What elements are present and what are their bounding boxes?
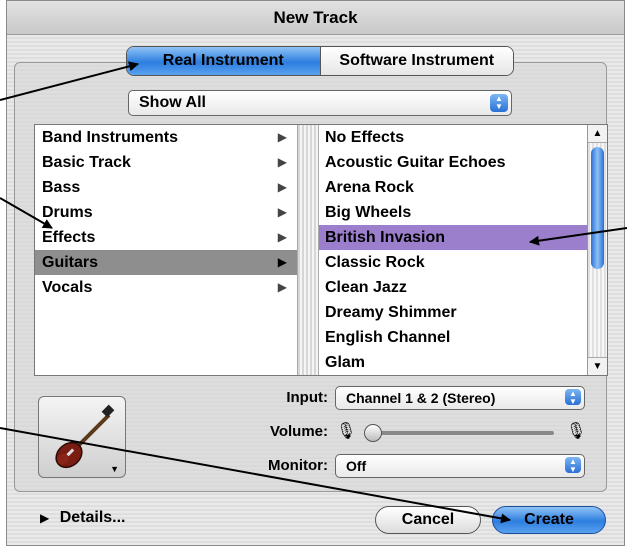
tab-software-instrument[interactable]: Software Instrument [320, 47, 513, 75]
track-icon-picker[interactable]: ▼ [38, 396, 126, 478]
volume-slider-track[interactable] [372, 431, 554, 435]
popup-arrows-icon: ▲ ▼ [565, 457, 581, 474]
disclosure-triangle-icon: ▶ [277, 180, 287, 194]
disclosure-triangle-icon: ▶ [277, 205, 287, 219]
input-label: Input: [286, 389, 328, 406]
category-item-drums[interactable]: Drums ▶ [35, 200, 297, 225]
preset-item-big-wheels[interactable]: Big Wheels [319, 200, 587, 225]
microphone-low-icon: 🎙 [336, 423, 357, 440]
preset-column: No Effects Acoustic Guitar Echoes Arena … [319, 125, 587, 375]
volume-label: Volume: [269, 423, 328, 440]
show-all-popup[interactable]: Show All ▲ ▼ [128, 90, 512, 116]
category-item-effects[interactable]: Effects ▶ [35, 225, 297, 250]
category-item-vocals[interactable]: Vocals ▶ [35, 275, 297, 300]
microphone-high-icon: 🎙 [566, 423, 587, 440]
preset-item-acoustic-guitar-echoes[interactable]: Acoustic Guitar Echoes [319, 150, 587, 175]
scroll-down-arrow-icon[interactable]: ▼ [588, 357, 607, 375]
scroll-up-arrow-icon[interactable]: ▲ [588, 125, 607, 143]
column-resize-handle[interactable] [297, 125, 319, 375]
disclosure-triangle-icon: ▶ [277, 230, 287, 244]
category-item-basic-track[interactable]: Basic Track ▶ [35, 150, 297, 175]
preset-item-dreamy-shimmer[interactable]: Dreamy Shimmer [319, 300, 587, 325]
preset-item-clean-jazz[interactable]: Clean Jazz [319, 275, 587, 300]
disclosure-triangle-icon: ▶ [277, 155, 287, 169]
popup-arrows-icon: ▲ ▼ [565, 389, 581, 406]
category-item-band-instruments[interactable]: Band Instruments ▶ [35, 125, 297, 150]
preset-item-arena-rock[interactable]: Arena Rock [319, 175, 587, 200]
instrument-type-selector: Real Instrument Software Instrument [126, 46, 514, 76]
preset-item-classic-rock[interactable]: Classic Rock [319, 250, 587, 275]
preset-scrollbar[interactable]: ▲ ▼ [587, 125, 607, 375]
category-item-bass[interactable]: Bass ▶ [35, 175, 297, 200]
details-label: Details... [59, 509, 126, 526]
preset-item-english-channel[interactable]: English Channel [319, 325, 587, 350]
monitor-label: Monitor: [268, 457, 328, 474]
scroll-thumb[interactable] [591, 147, 604, 269]
details-disclosure[interactable]: ▶ Details... [40, 509, 126, 527]
preset-item-british-invasion[interactable]: British Invasion [319, 225, 587, 250]
monitor-value: Off [346, 458, 367, 474]
tab-real-instrument[interactable]: Real Instrument [127, 47, 321, 75]
create-button[interactable]: Create [492, 506, 606, 534]
category-item-guitars[interactable]: Guitars ▶ [35, 250, 297, 275]
disclosure-triangle-icon: ▶ [277, 130, 287, 144]
popup-arrows-icon: ▲ ▼ [490, 94, 508, 112]
disclosure-triangle-icon: ▶ [277, 255, 287, 269]
preset-item-no-effects[interactable]: No Effects [319, 125, 587, 150]
chevron-down-icon: ▼ [110, 464, 119, 474]
preset-item-glam[interactable]: Glam [319, 350, 587, 375]
category-column: Band Instruments ▶ Basic Track ▶ Bass ▶ Dru… [35, 125, 297, 375]
disclosure-triangle-icon: ▶ [277, 280, 287, 294]
volume-slider-knob[interactable] [364, 424, 382, 442]
instrument-browser: Band Instruments ▶ Basic Track ▶ Bass ▶ Dru… [34, 124, 608, 376]
cancel-button[interactable]: Cancel [375, 506, 481, 534]
disclosure-triangle-icon: ▶ [40, 511, 50, 525]
monitor-popup[interactable]: Off ▲ ▼ [335, 454, 585, 478]
input-popup[interactable]: Channel 1 & 2 (Stereo) ▲ ▼ [335, 386, 585, 410]
window-title: New Track [7, 1, 624, 35]
input-value: Channel 1 & 2 (Stereo) [346, 390, 496, 406]
show-all-value: Show All [139, 94, 206, 111]
